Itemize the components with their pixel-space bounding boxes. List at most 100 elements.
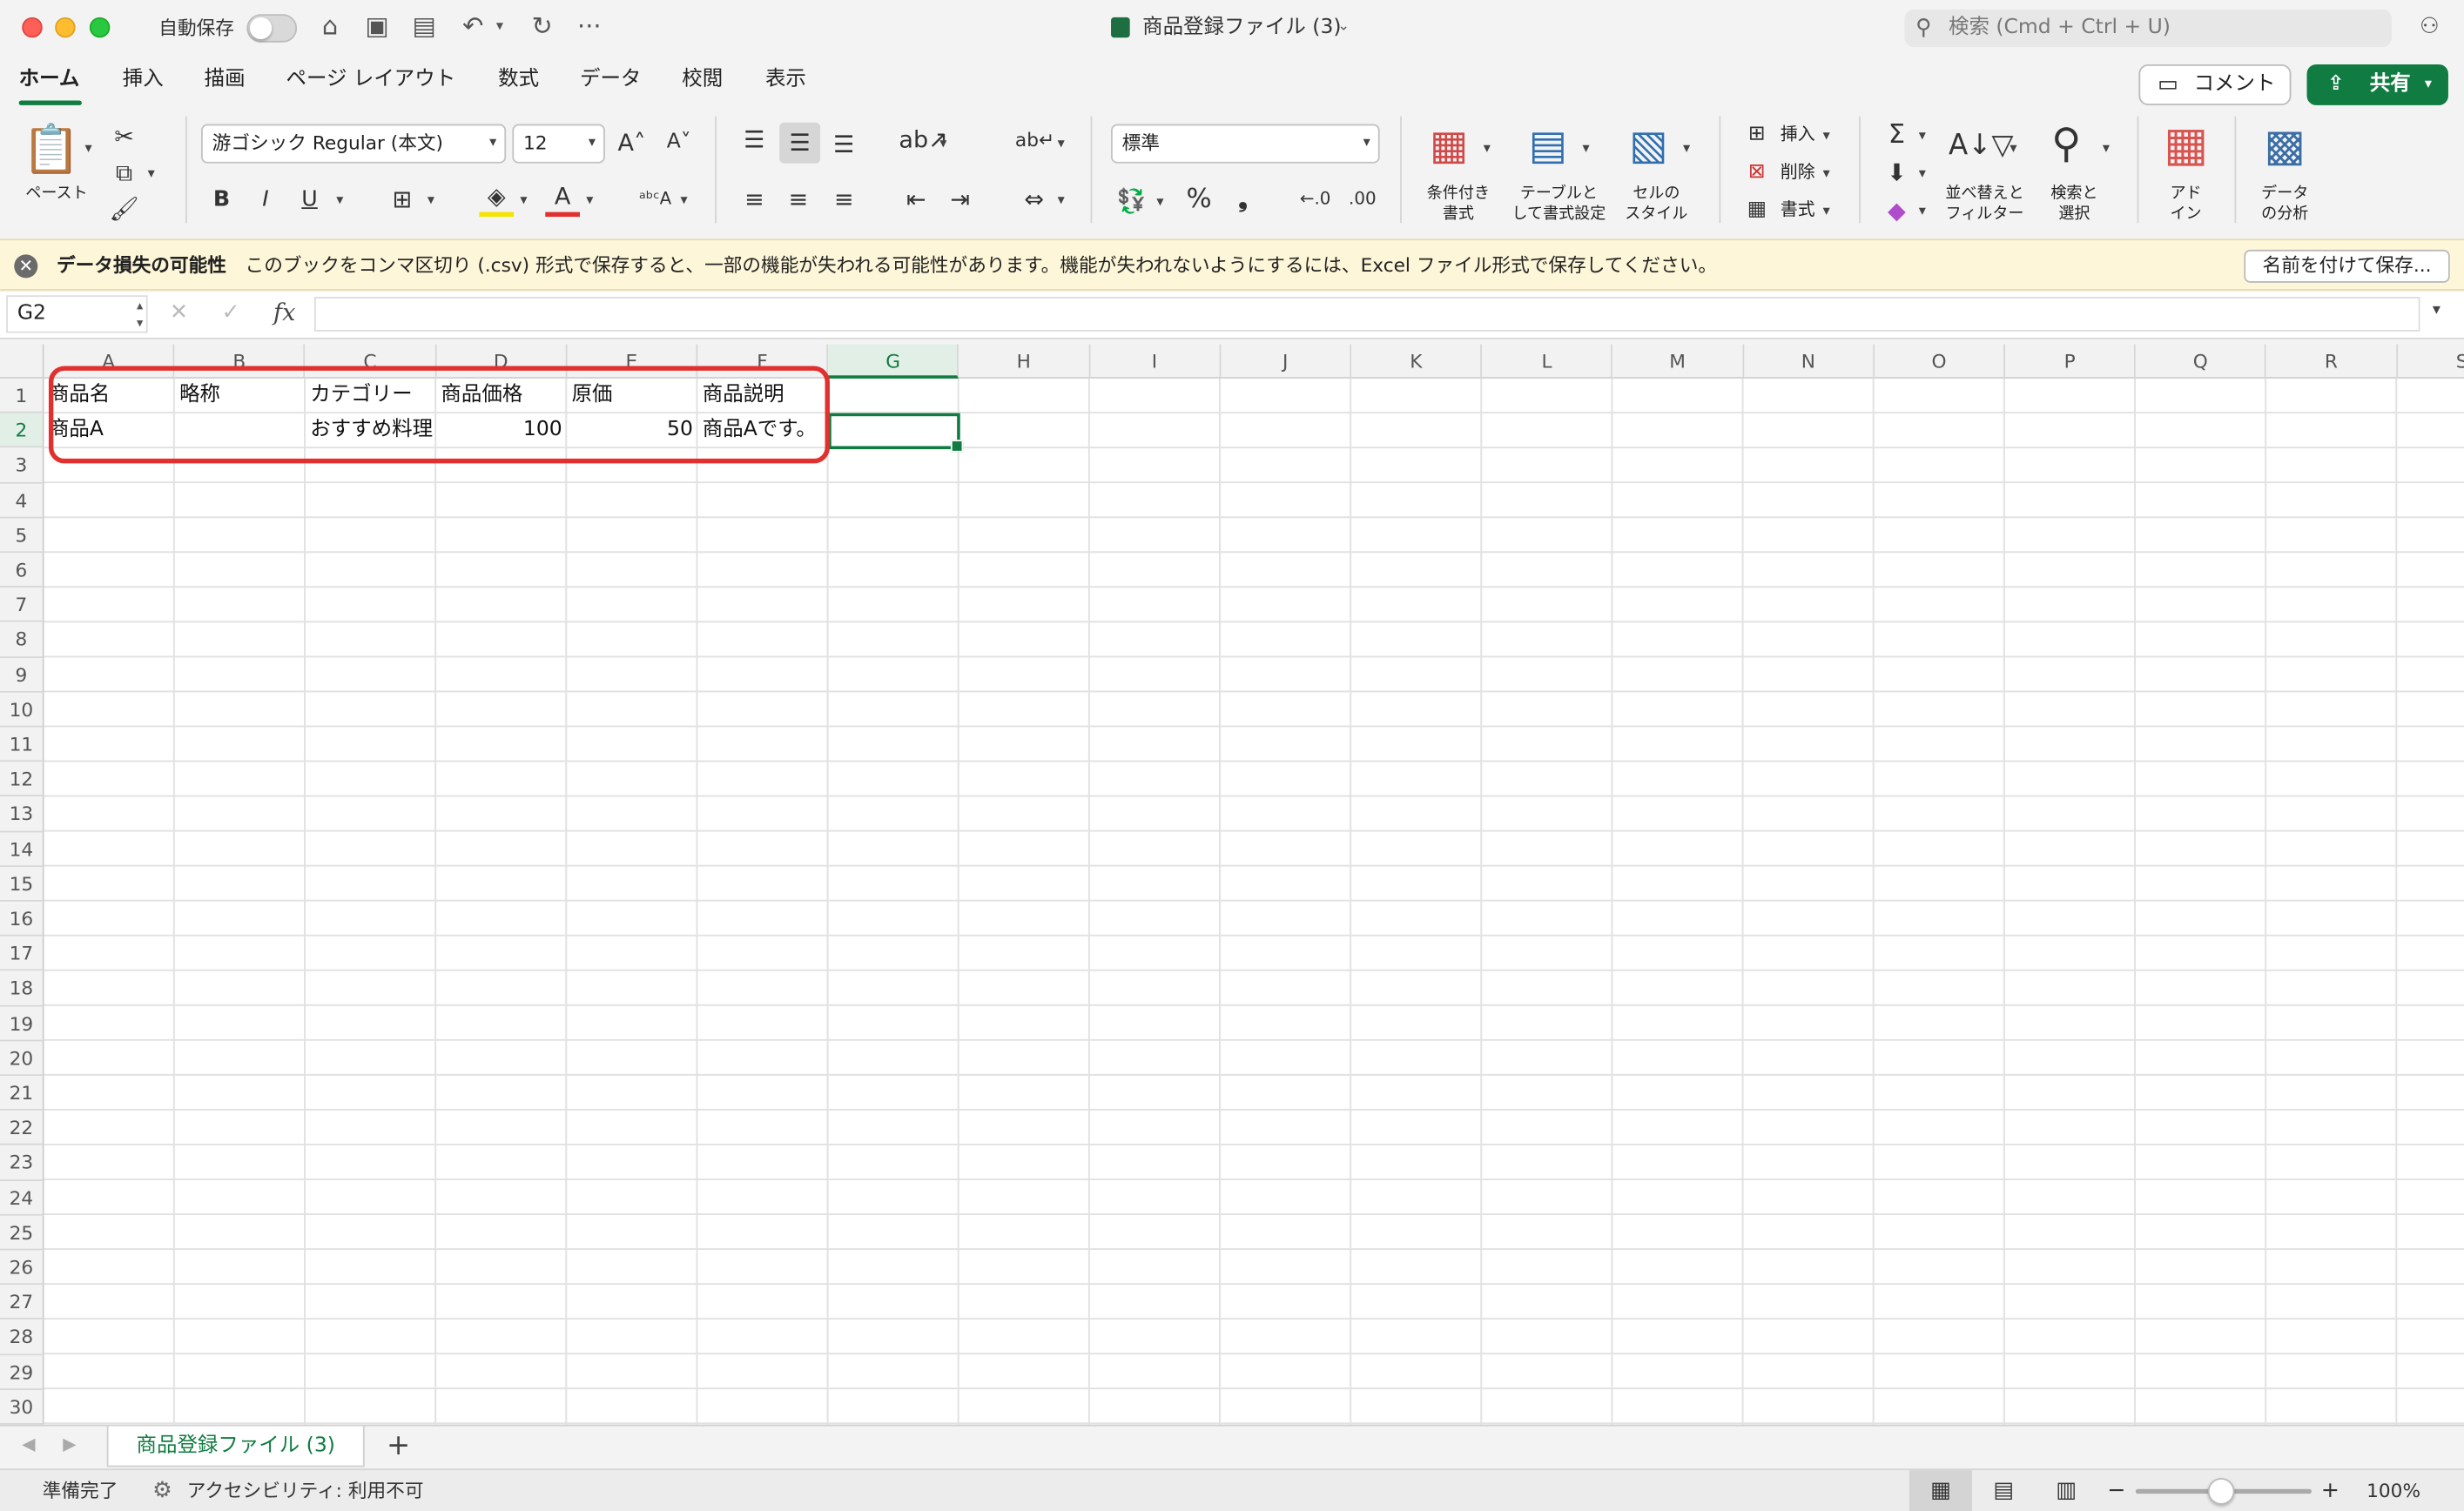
- row-header-11[interactable]: 11: [0, 727, 44, 762]
- column-header-g[interactable]: G: [828, 344, 959, 379]
- sort-filter-label-2[interactable]: フィルター: [1936, 205, 2034, 225]
- row-header-6[interactable]: 6: [0, 553, 44, 588]
- cell-styles-icon[interactable]: ▧: [1622, 123, 1675, 170]
- insert-cells-dropdown-icon[interactable]: ▾: [1823, 129, 1830, 144]
- normal-view-icon[interactable]: ▦: [1909, 1470, 1973, 1511]
- underline-icon[interactable]: U: [293, 184, 327, 215]
- row-header-5[interactable]: 5: [0, 518, 44, 554]
- sort-filter-icon[interactable]: A↓▽: [1949, 123, 2013, 170]
- row-header-3[interactable]: 3: [0, 448, 44, 484]
- column-header-s[interactable]: S: [2397, 344, 2464, 379]
- zoom-in-icon[interactable]: +: [2321, 1470, 2339, 1511]
- decrease-font-size-icon[interactable]: A˅: [662, 127, 697, 158]
- confirm-entry-icon[interactable]: ✓: [221, 300, 239, 326]
- comment-button[interactable]: ▭ コメント: [2138, 64, 2292, 105]
- cancel-entry-icon[interactable]: ✕: [170, 300, 188, 326]
- cell-styles-dropdown-icon[interactable]: ▾: [1683, 141, 1690, 157]
- comma-style-icon[interactable]: ❟: [1228, 184, 1259, 215]
- fill-icon[interactable]: ⬇: [1880, 157, 1915, 188]
- row-header-13[interactable]: 13: [0, 796, 44, 832]
- previous-sheet-icon[interactable]: ◀: [22, 1434, 35, 1454]
- column-header-m[interactable]: M: [1612, 344, 1744, 379]
- conditional-formatting-dropdown-icon[interactable]: ▾: [1484, 141, 1491, 157]
- dismiss-infobar-icon[interactable]: ✕: [14, 254, 38, 279]
- document-title[interactable]: 商品登録ファイル (3): [1142, 14, 1341, 42]
- clear-dropdown-icon[interactable]: ▾: [1919, 205, 1926, 220]
- column-header-p[interactable]: P: [2004, 344, 2137, 379]
- fill-color-icon[interactable]: ◈: [479, 181, 515, 218]
- find-select-label-1[interactable]: 検索と: [2040, 184, 2109, 204]
- addins-label-1[interactable]: アド: [2154, 184, 2217, 204]
- tab-page-layout[interactable]: ページ レイアウト: [286, 66, 455, 94]
- row-header-7[interactable]: 7: [0, 588, 44, 623]
- row-header-4[interactable]: 4: [0, 483, 44, 519]
- conditional-formatting-label-1[interactable]: 条件付き: [1411, 184, 1505, 204]
- align-top-icon[interactable]: ☰: [736, 124, 773, 156]
- row-header-8[interactable]: 8: [0, 622, 44, 658]
- borders-icon[interactable]: ⊞: [385, 184, 420, 215]
- accounting-format-dropdown-icon[interactable]: ▾: [1156, 195, 1163, 211]
- save-icon[interactable]: ▣: [360, 10, 394, 44]
- orientation-icon[interactable]: ab↗: [899, 124, 947, 156]
- tab-formulas[interactable]: 数式: [498, 66, 539, 94]
- column-header-n[interactable]: N: [1743, 344, 1875, 379]
- tab-review[interactable]: 校閲: [682, 66, 723, 94]
- insert-cells-icon[interactable]: ⊞: [1740, 119, 1774, 151]
- format-cells-icon[interactable]: ▦: [1740, 195, 1774, 226]
- underline-dropdown-icon[interactable]: ▾: [336, 193, 343, 209]
- row-header-12[interactable]: 12: [0, 762, 44, 797]
- delete-cells-dropdown-icon[interactable]: ▾: [1823, 166, 1830, 182]
- column-header-k[interactable]: K: [1351, 344, 1483, 379]
- italic-icon[interactable]: I: [248, 184, 283, 215]
- analyze-data-icon[interactable]: ▩: [2257, 119, 2313, 172]
- row-header-23[interactable]: 23: [0, 1145, 44, 1181]
- tab-home[interactable]: ホーム: [19, 66, 80, 94]
- expand-formula-bar-icon[interactable]: ▾: [2433, 301, 2440, 319]
- orientation-dropdown-icon[interactable]: ▾: [939, 137, 946, 152]
- borders-dropdown-icon[interactable]: ▾: [427, 193, 434, 209]
- addins-label-2[interactable]: イン: [2154, 205, 2217, 225]
- paste-dropdown-icon[interactable]: ▾: [84, 141, 91, 157]
- wrap-text-dropdown-icon[interactable]: ▾: [1058, 137, 1065, 152]
- row-header-10[interactable]: 10: [0, 692, 44, 728]
- format-cells-dropdown-icon[interactable]: ▾: [1823, 205, 1830, 220]
- zoom-slider-handle[interactable]: [2207, 1478, 2235, 1505]
- merge-center-dropdown-icon[interactable]: ▾: [1058, 193, 1065, 209]
- row-header-9[interactable]: 9: [0, 657, 44, 693]
- row-header-20[interactable]: 20: [0, 1041, 44, 1077]
- align-left-icon[interactable]: ≡: [736, 184, 773, 215]
- share-dropdown-icon[interactable]: ▾: [2425, 64, 2432, 105]
- delete-cells-icon[interactable]: ⊠: [1740, 157, 1774, 188]
- font-size-combobox[interactable]: 12 ▾: [512, 124, 605, 164]
- align-bottom-icon[interactable]: ☰: [825, 129, 863, 160]
- accessibility-icon[interactable]: ⚙: [152, 1470, 172, 1511]
- row-header-27[interactable]: 27: [0, 1285, 44, 1320]
- align-center-icon[interactable]: ≡: [779, 184, 817, 215]
- row-header-1[interactable]: 1: [0, 378, 44, 413]
- page-layout-view-icon[interactable]: ▤: [1986, 1470, 2021, 1511]
- paste-label[interactable]: ペースト: [16, 184, 98, 204]
- format-as-table-dropdown-icon[interactable]: ▾: [1582, 141, 1589, 157]
- merge-center-icon[interactable]: ⇔: [1015, 184, 1053, 215]
- cell-styles-label-1[interactable]: セルの: [1612, 184, 1700, 204]
- increase-decimal-icon[interactable]: ←.0: [1296, 184, 1334, 215]
- increase-indent-icon[interactable]: ⇥: [943, 184, 978, 215]
- bold-icon[interactable]: B: [205, 184, 239, 215]
- cell-styles-label-2[interactable]: スタイル: [1612, 205, 1700, 225]
- autosave-toggle[interactable]: [246, 14, 298, 43]
- column-header-o[interactable]: O: [1874, 344, 2005, 379]
- phonetic-dropdown-icon[interactable]: ▾: [681, 193, 688, 209]
- close-window-button[interactable]: [22, 17, 43, 38]
- conditional-formatting-icon[interactable]: ▦: [1422, 123, 1475, 170]
- worksheet-grid[interactable]: ABCDEFGHIJKLMNOPQRS 12345678910111213141…: [0, 344, 2464, 1425]
- column-header-j[interactable]: J: [1221, 344, 1352, 379]
- row-header-25[interactable]: 25: [0, 1215, 44, 1251]
- sheet-tab-active[interactable]: 商品登録ファイル (3): [106, 1426, 365, 1467]
- percent-style-icon[interactable]: %: [1182, 184, 1216, 215]
- name-box[interactable]: G2 ▴ ▾: [6, 295, 148, 333]
- copy-icon[interactable]: ⧉: [109, 157, 140, 188]
- tab-insert[interactable]: 挿入: [123, 66, 164, 94]
- font-color-icon[interactable]: A: [545, 181, 580, 218]
- row-header-24[interactable]: 24: [0, 1180, 44, 1216]
- decrease-decimal-icon[interactable]: .00: [1343, 184, 1381, 215]
